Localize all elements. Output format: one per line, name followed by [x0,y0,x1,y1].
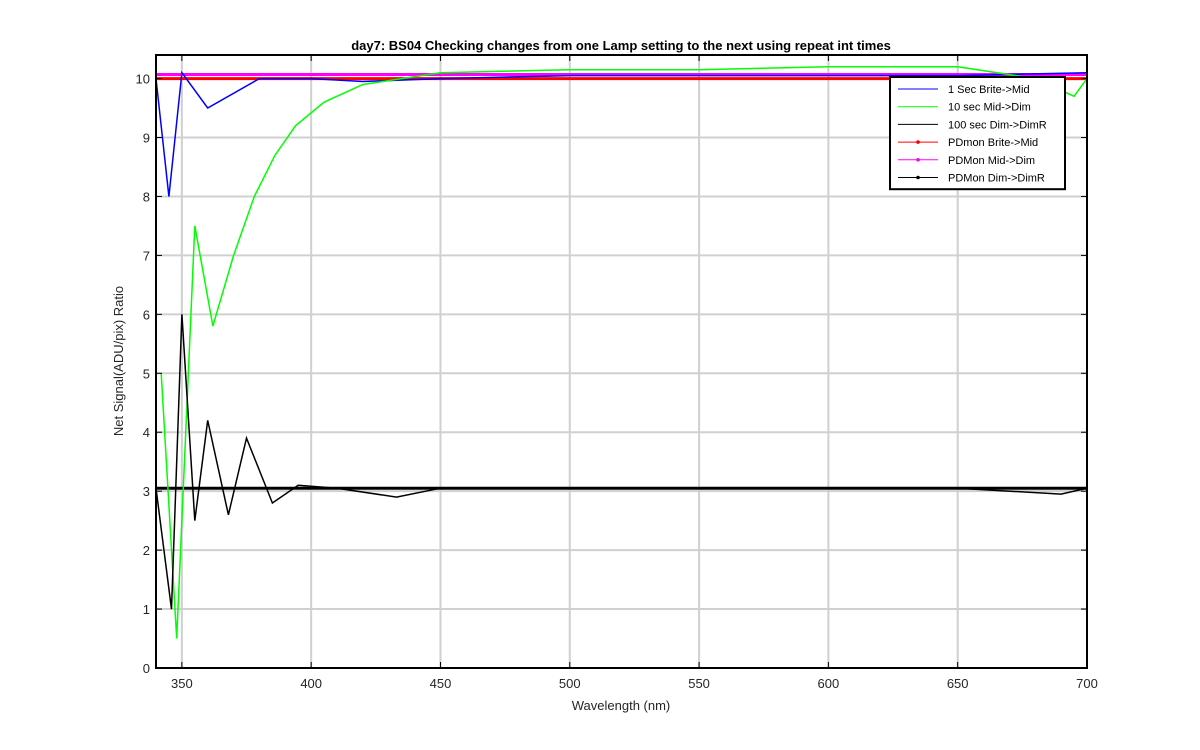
y-tick-label: 2 [143,543,150,558]
legend-label: PDmon Brite->Mid [948,137,1038,149]
x-tick-label: 600 [818,676,840,691]
y-tick-label: 5 [143,366,150,381]
y-tick-label: 8 [143,189,150,204]
legend-label: 1 Sec Brite->Mid [948,84,1030,96]
y-tick-label: 9 [143,131,150,146]
legend-label: 10 sec Mid->Dim [948,102,1031,114]
x-axis-label: Wavelength (nm) [572,698,671,713]
x-tick-label: 650 [947,676,969,691]
y-tick-label: 4 [143,425,150,440]
x-tick-label: 550 [688,676,710,691]
y-tick-label: 6 [143,307,150,322]
y-axis-label: Net Signal(ADU/pix) Ratio [111,286,126,436]
legend-label: 100 sec Dim->DimR [948,119,1047,131]
x-tick-label: 450 [430,676,452,691]
y-tick-label: 7 [143,248,150,263]
legend: 1 Sec Brite->Mid 10 sec Mid->Dim 100 sec D… [889,76,1066,191]
chart: day7: BS04 Checking changes from one Lam… [0,0,1200,750]
y-tick-label: 0 [143,661,150,676]
x-tick-label: 700 [1076,676,1098,691]
x-tick-label: 350 [171,676,193,691]
y-tick-label: 10 [136,72,150,87]
legend-label: PDMon Dim->DimR [948,173,1045,185]
x-tick-label: 400 [300,676,322,691]
legend-marker [916,175,920,180]
x-tick-label: 500 [559,676,581,691]
legend-marker [916,140,920,144]
y-tick-label: 1 [143,602,150,617]
chart-title: day7: BS04 Checking changes from one Lam… [351,38,891,53]
legend-label: PDMon Mid->Dim [948,155,1035,167]
y-tick-label: 3 [143,484,150,499]
legend-marker [916,158,920,162]
